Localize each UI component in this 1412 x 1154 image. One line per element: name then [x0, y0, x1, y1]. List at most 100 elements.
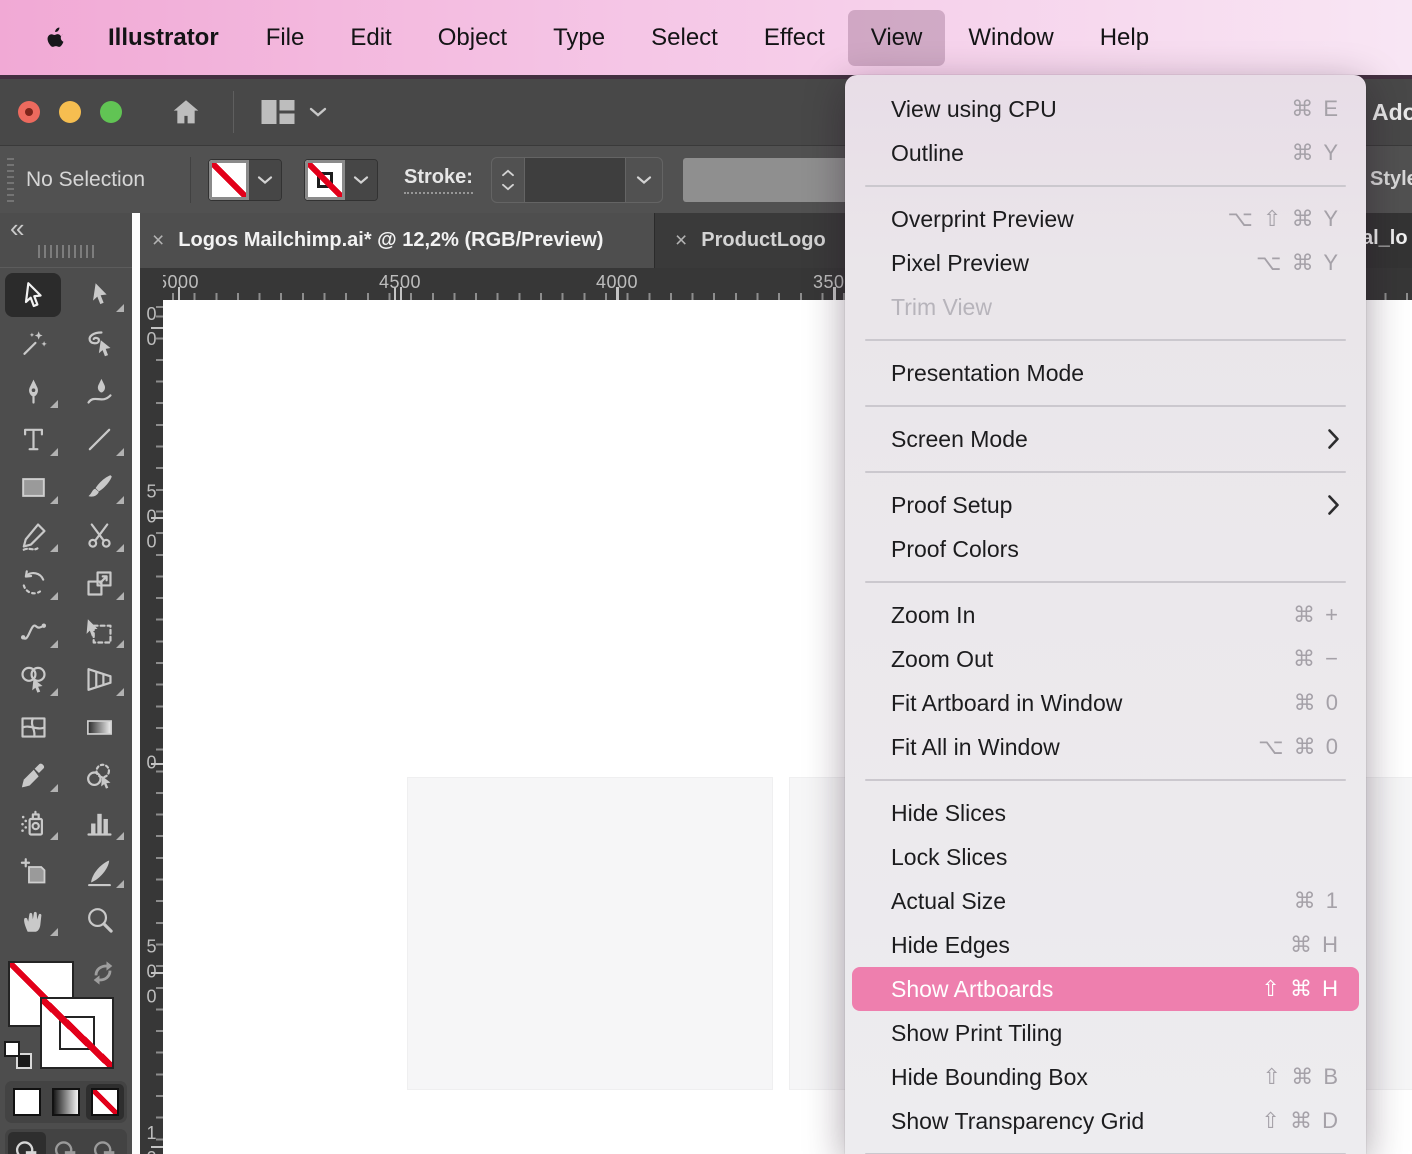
stroke-none-swatch[interactable]	[305, 159, 345, 200]
panel-grip[interactable]	[7, 157, 14, 202]
type-tool[interactable]	[0, 415, 66, 463]
default-fill-stroke-icon[interactable]	[4, 1041, 32, 1069]
direct-selection-tool[interactable]	[66, 271, 132, 319]
lasso-tool[interactable]	[66, 319, 132, 367]
stroke-dropdown-chevron-icon[interactable]	[345, 159, 377, 200]
stroke-weight-label[interactable]: Stroke:	[404, 166, 473, 194]
rectangle-tool[interactable]	[0, 463, 66, 511]
draw-behind-button[interactable]	[47, 1132, 85, 1154]
menu-item-zoom-in[interactable]: Zoom In ⌘ +	[852, 593, 1359, 637]
column-graph-tool[interactable]	[66, 799, 132, 847]
hand-tool[interactable]	[0, 895, 66, 943]
menubar-item-file[interactable]: File	[243, 10, 328, 66]
scale-tool[interactable]	[66, 559, 132, 607]
gradient-tool[interactable]	[66, 703, 132, 751]
menu-item-presentation-mode[interactable]: Presentation Mode	[852, 351, 1359, 395]
stroke-weight-stepper[interactable]	[492, 158, 524, 202]
menu-item-proof-colors[interactable]: Proof Colors	[852, 527, 1359, 571]
menu-item-fit-all-in-window[interactable]: Fit All in Window ⌥ ⌘ 0	[852, 725, 1359, 769]
slice-tool[interactable]	[66, 847, 132, 895]
stroke-weight-input[interactable]	[523, 157, 626, 202]
minimize-window-button[interactable]	[59, 101, 81, 123]
zoom-window-button[interactable]	[100, 101, 122, 123]
line-segment-tool[interactable]	[66, 415, 132, 463]
menu-item-actual-size[interactable]: Actual Size ⌘ 1	[852, 879, 1359, 923]
pen-tool[interactable]	[0, 367, 66, 415]
menubar-item-help[interactable]: Help	[1077, 10, 1172, 66]
draw-normal-button[interactable]	[8, 1132, 46, 1154]
menubar-item-view[interactable]: View	[847, 9, 946, 66]
vertical-ruler[interactable]: 00500050010	[140, 268, 163, 1154]
arrange-documents-icon[interactable]	[260, 97, 296, 127]
menu-item-proof-setup[interactable]: Proof Setup	[852, 483, 1359, 527]
menu-item-show-print-tiling[interactable]: Show Print Tiling	[852, 1011, 1359, 1055]
menu-item-screen-mode[interactable]: Screen Mode	[852, 417, 1359, 461]
close-window-button[interactable]	[18, 101, 40, 123]
artboard-icon	[20, 857, 45, 883]
menu-item-zoom-out[interactable]: Zoom Out ⌘ −	[852, 637, 1359, 681]
stroke-weight-combo	[490, 156, 663, 203]
fill-none-swatch[interactable]	[209, 159, 249, 200]
document-tab-inactive[interactable]: × ProductLogo	[655, 213, 847, 268]
menu-item-fit-artboard-in-window[interactable]: Fit Artboard in Window ⌘ 0	[852, 681, 1359, 725]
menu-item-show-artboards[interactable]: Show Artboards ⇧ ⌘ H	[852, 967, 1359, 1011]
menubar-item-select[interactable]: Select	[628, 10, 741, 66]
curvature-icon	[86, 378, 112, 404]
selection-tool[interactable]	[0, 271, 66, 319]
menu-item-view-using-cpu[interactable]: View using CPU ⌘ E	[852, 87, 1359, 131]
curvature-tool[interactable]	[66, 367, 132, 415]
apple-menu-icon[interactable]	[26, 24, 84, 52]
gradient-icon	[86, 719, 112, 735]
stroke-weight-dropdown-chevron-icon[interactable]	[626, 158, 662, 202]
fill-color-control[interactable]	[208, 158, 282, 201]
fill-dropdown-chevron-icon[interactable]	[249, 159, 281, 200]
close-tab-icon[interactable]: ×	[152, 229, 164, 253]
width-tool[interactable]	[0, 607, 66, 655]
menu-item-lock-slices[interactable]: Lock Slices	[852, 835, 1359, 879]
shaper-tool[interactable]	[0, 511, 66, 559]
color-button[interactable]	[8, 1084, 46, 1120]
artboard-tool[interactable]	[0, 847, 66, 895]
menu-item-hide-bounding-box[interactable]: Hide Bounding Box ⇧ ⌘ B	[852, 1055, 1359, 1099]
magic-wand-tool[interactable]	[0, 319, 66, 367]
zoom-tool[interactable]	[66, 895, 132, 943]
tools-panel-grip[interactable]	[38, 245, 96, 258]
chevron-down-icon[interactable]	[308, 105, 328, 119]
menubar-item-edit[interactable]: Edit	[327, 10, 414, 66]
menubar-item-object[interactable]: Object	[415, 10, 530, 66]
menubar-item-effect[interactable]: Effect	[741, 10, 848, 66]
document-tab-active[interactable]: × Logos Mailchimp.ai* @ 12,2% (RGB/Previe…	[132, 213, 655, 268]
menu-item-hide-slices[interactable]: Hide Slices	[852, 791, 1359, 835]
stroke-color-control[interactable]	[304, 158, 378, 201]
swap-fill-stroke-icon[interactable]	[88, 959, 118, 992]
paintbrush-tool[interactable]	[66, 463, 132, 511]
shape-builder-tool[interactable]	[0, 655, 66, 703]
close-tab-icon[interactable]: ×	[675, 229, 687, 253]
rotate-tool[interactable]	[0, 559, 66, 607]
stroke-swatch-none[interactable]	[40, 997, 114, 1069]
perspective-grid-tool[interactable]	[66, 655, 132, 703]
menubar-app-name[interactable]: Illustrator	[84, 24, 243, 52]
collapse-panel-button[interactable]: «	[10, 213, 25, 244]
scissors-tool[interactable]	[66, 511, 132, 559]
brush-definition-dropdown[interactable]	[682, 157, 863, 202]
draw-inside-button[interactable]	[86, 1132, 124, 1154]
mesh-tool[interactable]	[0, 703, 66, 751]
blend-tool[interactable]	[66, 751, 132, 799]
none-swatch-icon	[91, 1088, 119, 1116]
symbol-sprayer-tool[interactable]	[0, 799, 66, 847]
menu-item-hide-edges[interactable]: Hide Edges ⌘ H	[852, 923, 1359, 967]
eyedropper-tool[interactable]	[0, 751, 66, 799]
menu-item-overprint-preview[interactable]: Overprint Preview ⌥ ⇧ ⌘ Y	[852, 197, 1359, 241]
none-button[interactable]	[86, 1084, 124, 1120]
home-icon[interactable]	[169, 96, 203, 128]
menubar-item-window[interactable]: Window	[945, 10, 1076, 66]
menu-item-show-transparency-grid[interactable]: Show Transparency Grid ⇧ ⌘ D	[852, 1099, 1359, 1143]
menu-item-outline[interactable]: Outline ⌘ Y	[852, 131, 1359, 175]
free-transform-tool[interactable]	[66, 607, 132, 655]
artboard-1[interactable]	[408, 778, 772, 1089]
flyout-triangle-icon	[116, 592, 124, 600]
menu-item-pixel-preview[interactable]: Pixel Preview ⌥ ⌘ Y	[852, 241, 1359, 285]
menubar-item-type[interactable]: Type	[530, 10, 628, 66]
gradient-button[interactable]	[47, 1084, 85, 1120]
